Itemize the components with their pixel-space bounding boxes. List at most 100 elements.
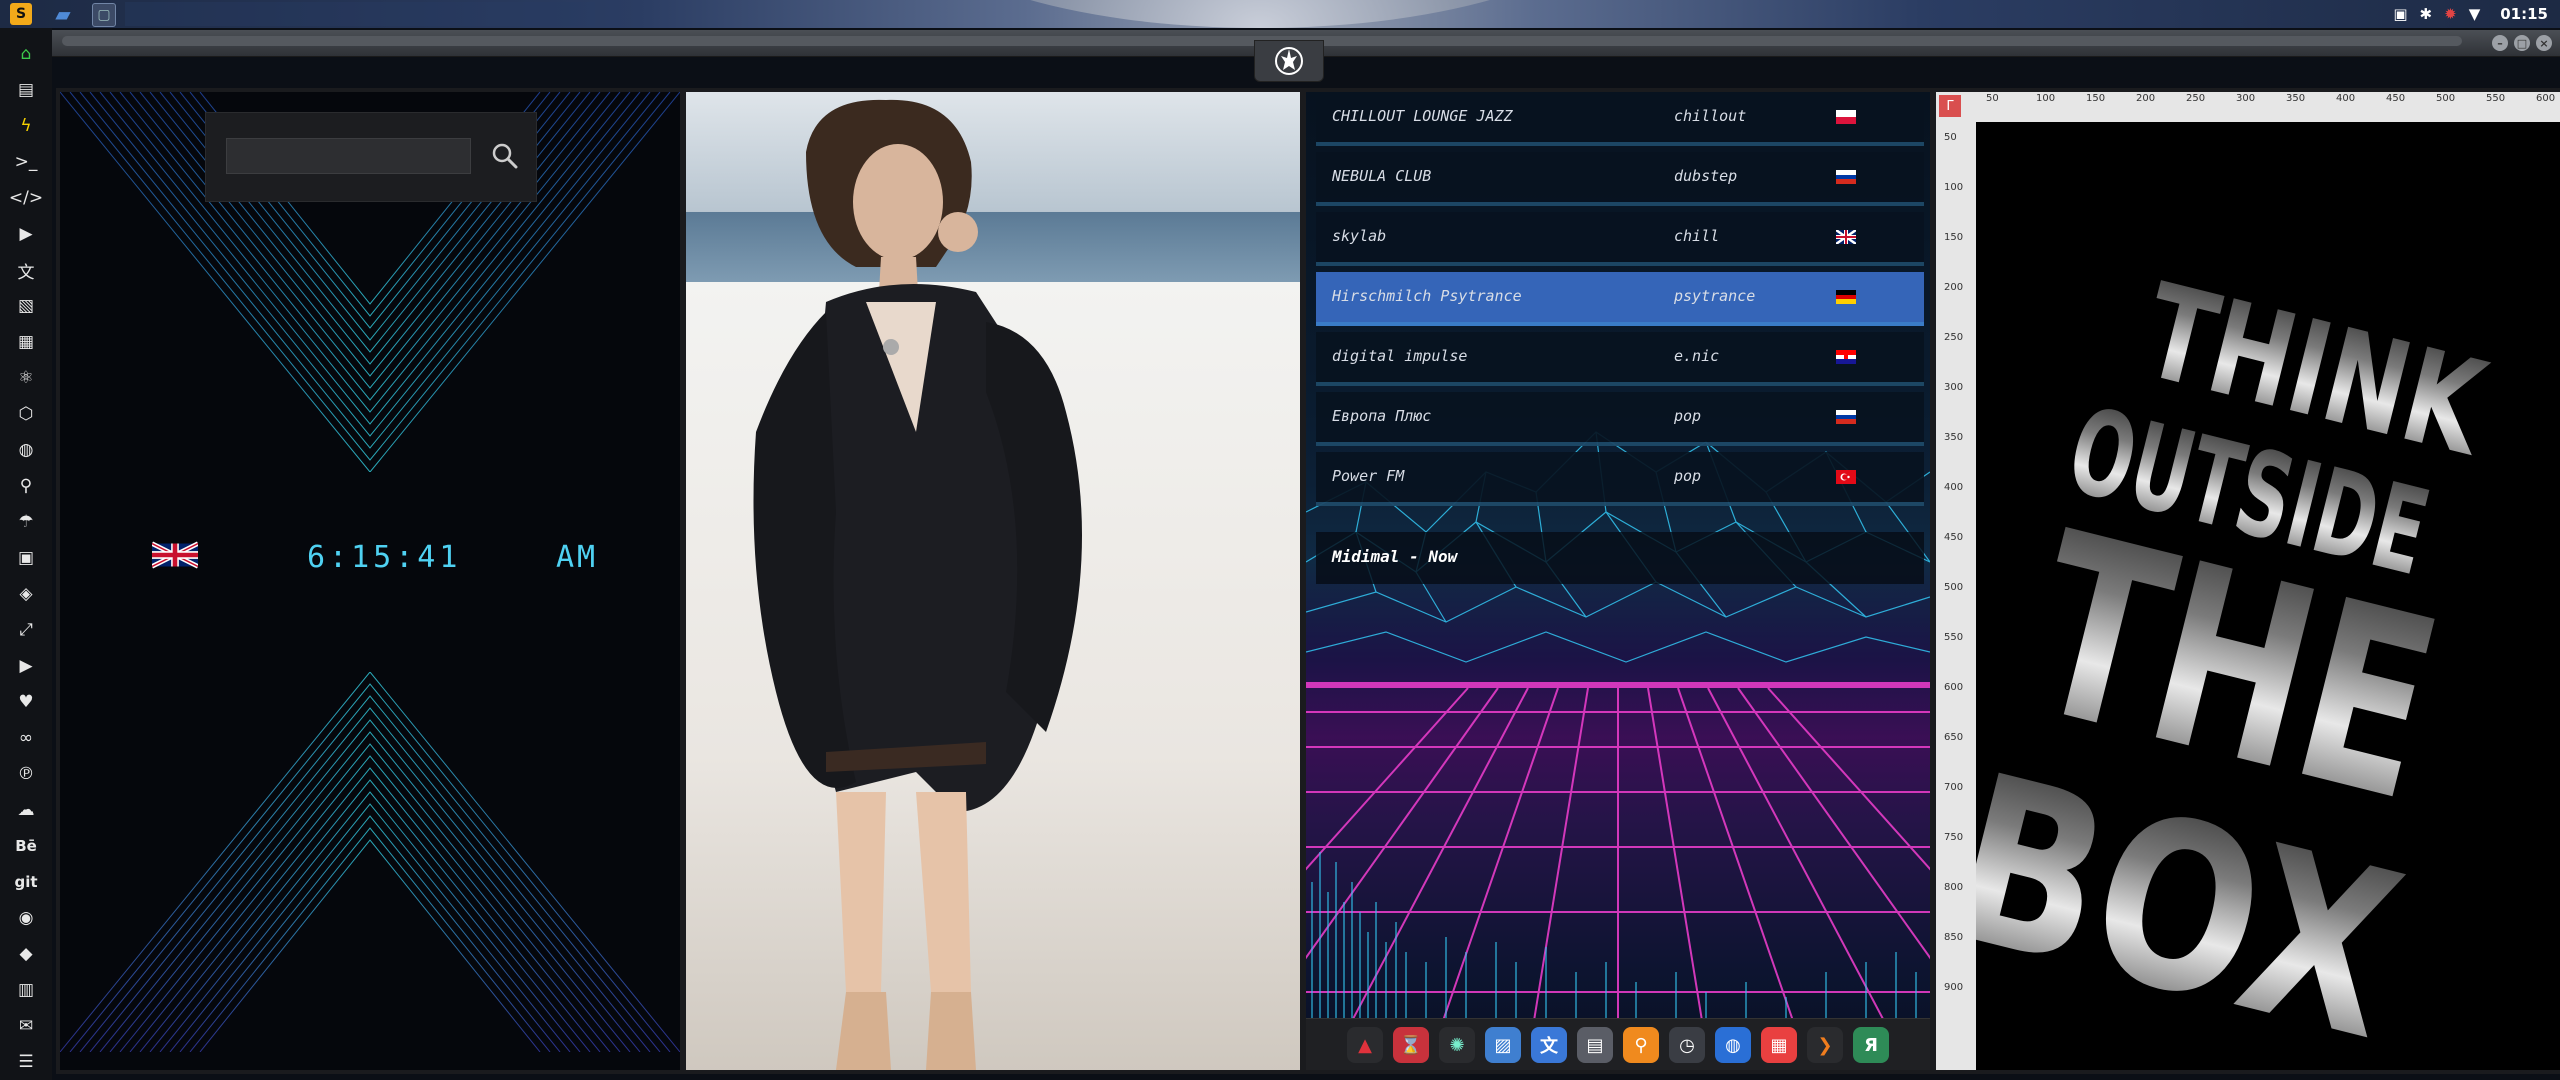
panel-clock[interactable]: 01:15 <box>2500 5 2548 23</box>
rebel-alliance-icon-svg <box>1275 47 1303 75</box>
map-icon[interactable]: ▥ <box>12 976 40 1004</box>
list-icon[interactable]: ☰ <box>12 1048 40 1076</box>
station-name: NEBULA CLUB <box>1332 167 1432 185</box>
ruler-tick-label: 900 <box>1944 982 1964 993</box>
code-icon[interactable]: </> <box>9 184 43 212</box>
acrobat-icon[interactable]: ▲ <box>1347 1027 1383 1063</box>
behance-icon[interactable]: Bē <box>12 832 40 860</box>
ruler-tick-label: 300 <box>1944 382 1964 393</box>
station-row[interactable]: Hirschmilch Psytrance psytrance <box>1316 272 1924 326</box>
flag-poland-icon <box>1836 110 1856 124</box>
uk-flag-icon <box>152 541 198 569</box>
atom-icon[interactable]: ⚛ <box>12 364 40 392</box>
umbrella-icon[interactable]: ☂ <box>12 508 40 536</box>
station-genre: dubstep <box>1674 167 1738 185</box>
hexagon-icon[interactable]: ⬡ <box>12 400 40 428</box>
creative-cloud-icon[interactable]: ∞ <box>12 724 40 752</box>
ruler-tick-label: 150 <box>2086 93 2106 104</box>
ticket-icon[interactable]: ◈ <box>12 580 40 608</box>
now-playing-title: Midimal - Now <box>1332 547 1458 566</box>
window-icon[interactable]: ▢ <box>92 3 116 27</box>
wallpaper-planet <box>910 0 1610 28</box>
poster-wallpaper: 50 100 150 200 250 300 350 400 450 500 550 600 650 70… <box>1936 92 2560 1070</box>
contacts-icon[interactable]: ▣ <box>12 544 40 572</box>
github-icon[interactable]: ◉ <box>12 904 40 932</box>
ruler-tick-label: 200 <box>2136 93 2156 104</box>
globe-icon[interactable]: ◍ <box>12 436 40 464</box>
ruler-tick-label: 750 <box>1944 832 1964 843</box>
hourglass-icon[interactable]: ⌛ <box>1393 1027 1429 1063</box>
terminal-icon[interactable]: >_ <box>12 148 40 176</box>
station-row[interactable]: CHILLOUT LOUNGE JAZZ chillout <box>1316 92 1924 146</box>
ruler-tick-label: 250 <box>2186 93 2206 104</box>
rebel-alliance-icon[interactable] <box>1254 40 1324 82</box>
calendar-icon[interactable]: ▦ <box>1761 1027 1797 1063</box>
sublime-icon[interactable]: S <box>10 3 32 25</box>
youtube-icon[interactable]: ▶ <box>12 652 40 680</box>
arrow-icon[interactable]: ❯ <box>1807 1027 1843 1063</box>
ruler-tick-label: 500 <box>1944 582 1964 593</box>
image-icon[interactable]: ▧ <box>12 292 40 320</box>
ruler-tick-label: 200 <box>1944 282 1964 293</box>
station-row[interactable]: skylab chill <box>1316 212 1924 266</box>
now-playing-bar[interactable]: Midimal - Now <box>1316 532 1924 584</box>
ruler-vertical: 50 100 150 200 250 300 350 400 450 500 550 600 650 70… <box>1936 92 1976 1070</box>
folder-icon[interactable]: ▰ <box>52 2 74 26</box>
news-icon[interactable]: ▦ <box>12 328 40 356</box>
fullscreen-icon[interactable]: ⤢ <box>12 616 40 644</box>
system-tray: ▣ ✱ ✹ ▼ 01:15 <box>2393 0 2560 28</box>
calendar-sheet-icon[interactable]: ▤ <box>1577 1027 1613 1063</box>
play-icon[interactable]: ▶ <box>12 220 40 248</box>
cloud-icon[interactable]: ☁ <box>12 796 40 824</box>
app-launcher: ▲ ⌛ ✺ ▨ 文 ▤ ⚲ ◷ ◍ ▦ ❯ Я <box>1306 1018 1930 1070</box>
image-icon[interactable]: ▣ <box>2393 5 2407 23</box>
lightning-icon[interactable]: ϟ <box>12 112 40 140</box>
left-dock: ⌂ ▤ ϟ >_ </> ▶ 文 ▧ ▦ ⚛ ⬡ ◍ ⚲ ☂ ▣ ◈ ⤢ ▶ ♥ ∞ ℗ ☁ Bē git ◉ ◆ ▥ ✉ ☰ <box>0 28 52 1080</box>
clock-app-icon[interactable]: ◷ <box>1669 1027 1705 1063</box>
bluetooth-icon[interactable]: ✱ <box>2420 5 2433 23</box>
yandex-icon[interactable]: Я <box>1853 1027 1889 1063</box>
chevron-pattern-bottom <box>60 672 680 1052</box>
flag-russia-icon <box>1836 170 1856 184</box>
pinterest-icon[interactable]: ℗ <box>12 760 40 788</box>
ruler-tick-label: 100 <box>1944 182 1964 193</box>
station-genre: e.nic <box>1674 347 1720 365</box>
search-icon[interactable]: ⚲ <box>12 472 40 500</box>
station-row[interactable]: NEBULA CLUB dubstep <box>1316 152 1924 206</box>
blender-icon[interactable]: ✺ <box>1439 1027 1475 1063</box>
home-icon[interactable]: ⌂ <box>12 40 40 68</box>
taskbar-area[interactable] <box>125 2 595 26</box>
ruler-corner-icon[interactable]: Γ <box>1939 95 1961 117</box>
ruler-tick-label: 700 <box>1944 782 1964 793</box>
image-viewer-icon[interactable]: ▨ <box>1485 1027 1521 1063</box>
mail-icon[interactable]: ✉ <box>12 1012 40 1040</box>
ruler-tick-label: 550 <box>1944 632 1964 643</box>
search-app-icon[interactable]: ⚲ <box>1623 1027 1659 1063</box>
browser-icon[interactable]: ◍ <box>1715 1027 1751 1063</box>
maximize-button[interactable]: □ <box>2514 35 2530 51</box>
station-genre: chill <box>1674 227 1720 245</box>
station-genre: psytrance <box>1674 287 1756 305</box>
wifi-icon[interactable]: ▼ <box>2469 5 2481 23</box>
clock-ampm: AM <box>556 540 599 575</box>
ruler-tick-label: 50 <box>1944 132 1957 143</box>
translate-icon[interactable]: 文 <box>12 256 40 284</box>
close-button[interactable]: × <box>2536 35 2552 51</box>
settings-red-icon[interactable]: ✹ <box>2444 5 2457 23</box>
minimize-button[interactable]: – <box>2492 35 2508 51</box>
flag-russia-icon <box>1836 410 1856 424</box>
poster-art: THINK OUTSIDE THE BOX <box>1976 256 2501 1070</box>
heart-icon[interactable]: ♥ <box>12 688 40 716</box>
translate-icon[interactable]: 文 <box>1531 1027 1567 1063</box>
ruler-tick-label: 650 <box>1944 732 1964 743</box>
document-icon[interactable]: ▤ <box>12 76 40 104</box>
station-row[interactable]: Power FM pop <box>1316 452 1924 506</box>
dropbox-icon[interactable]: ◆ <box>12 940 40 968</box>
ruler-horizontal: 50 100 150 200 250 300 350 400 450 500 550 600 <box>1976 92 2560 122</box>
search-icon[interactable] <box>489 140 521 172</box>
search-input[interactable] <box>226 138 471 174</box>
ruler-tick-label: 150 <box>1944 232 1964 243</box>
station-row[interactable]: digital impulse e.nic <box>1316 332 1924 386</box>
station-row[interactable]: Европа Плюс pop <box>1316 392 1924 446</box>
git-icon[interactable]: git <box>12 868 40 896</box>
